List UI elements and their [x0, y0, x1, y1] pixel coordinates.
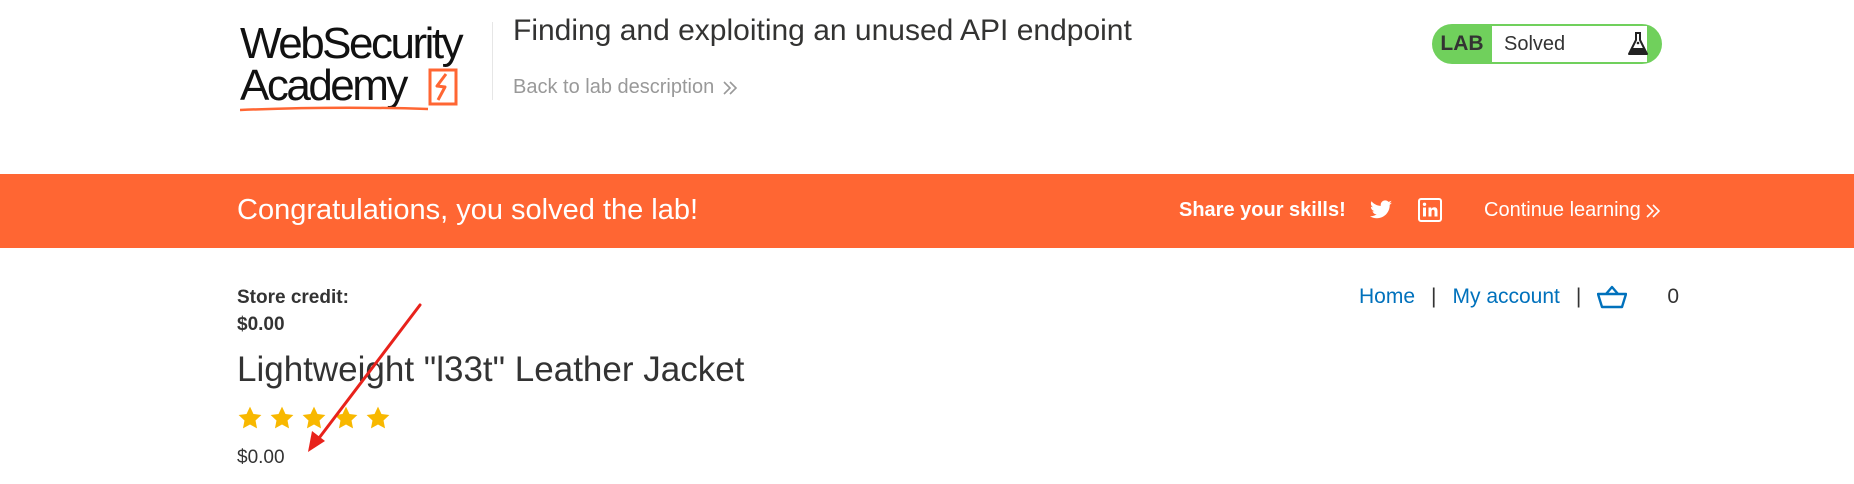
flask-icon — [1615, 24, 1661, 64]
store-credit-value: $0.00 — [237, 314, 285, 335]
continue-learning-link[interactable]: Continue learning — [1484, 199, 1661, 222]
logo-text-line1: WebSecurity — [240, 19, 464, 68]
cart-basket-icon[interactable] — [1597, 285, 1628, 309]
back-link-label: Back to lab description — [513, 76, 715, 98]
logo-text-line2: Academy — [240, 61, 408, 110]
logo-underline-icon — [240, 106, 429, 112]
annotation-arrow-icon — [308, 303, 422, 452]
twitter-icon[interactable] — [1368, 198, 1394, 222]
product-price: $0.00 — [237, 447, 285, 468]
nav-my-account-link[interactable]: My account — [1453, 285, 1560, 309]
star-icon — [270, 406, 294, 429]
solved-banner: Congratulations, you solved the lab! Sha… — [0, 174, 1854, 248]
lab-status-tag: LAB — [1440, 32, 1484, 55]
back-to-lab-description-link[interactable]: Back to lab description — [513, 76, 738, 99]
continue-learning-label: Continue learning — [1484, 199, 1641, 221]
nav-separator: | — [1575, 285, 1582, 308]
star-icon — [238, 406, 262, 429]
top-nav: Home | My account | 0 — [1359, 285, 1679, 309]
logo-lightning-icon — [428, 68, 458, 106]
linkedin-icon[interactable] — [1418, 198, 1442, 222]
nav-separator: | — [1431, 285, 1437, 308]
cart-count: 0 — [1667, 285, 1680, 308]
double-chevron-right-icon — [723, 80, 738, 95]
header-divider — [492, 22, 493, 100]
double-chevron-right-icon — [1646, 203, 1660, 218]
nav-home-link[interactable]: Home — [1359, 285, 1415, 309]
academy-logo[interactable]: WebSecurity Academy — [240, 22, 490, 117]
lab-title: Finding and exploiting an unused API end… — [513, 14, 1132, 47]
banner-message: Congratulations, you solved the lab! — [237, 194, 699, 226]
share-skills-label: Share your skills! — [1179, 199, 1346, 221]
